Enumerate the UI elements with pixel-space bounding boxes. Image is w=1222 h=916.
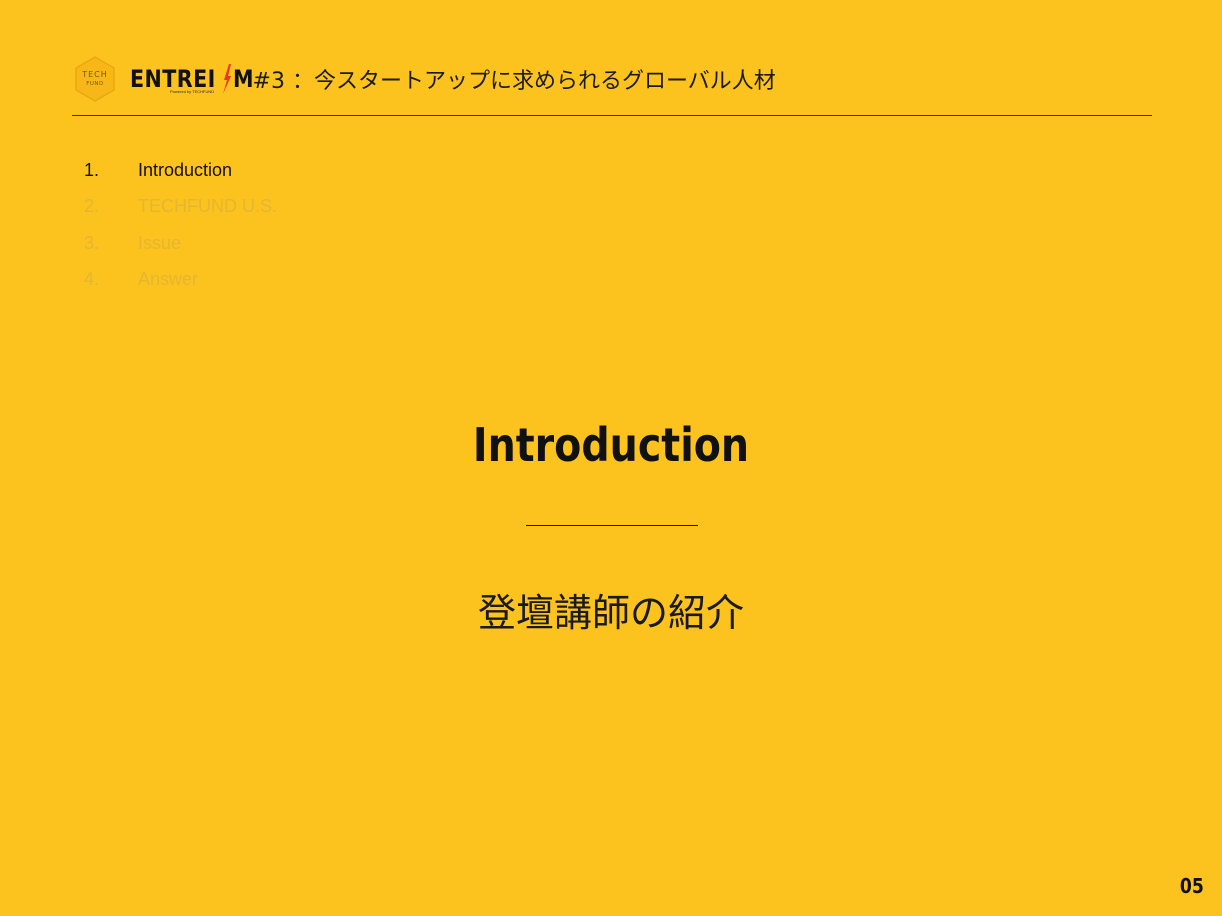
brand-letter: M bbox=[232, 65, 254, 93]
agenda-number: 1. bbox=[84, 159, 100, 180]
logo-text-bottom: FUND bbox=[86, 80, 104, 87]
agenda-label: Introduction bbox=[138, 159, 233, 180]
agenda-label: Answer bbox=[138, 269, 199, 290]
header-title: #3 ：今スタートアップに求められるグローバル人材 bbox=[252, 69, 776, 94]
slide: TECH FUND ENTREI M Powered by TECHFUND #… bbox=[0, 0, 1222, 916]
agenda-item: 4. Answer bbox=[84, 262, 277, 299]
agenda-number: 2. bbox=[84, 196, 100, 217]
section-subtitle: 登壇講師の紹介 bbox=[477, 591, 744, 635]
agenda-item: 3. Issue bbox=[84, 225, 277, 262]
logo-text-top: TECH bbox=[82, 69, 108, 79]
section-title: Introduction bbox=[472, 418, 750, 472]
agenda-label: TECHFUND U.S. bbox=[138, 196, 277, 217]
page-number: 05 bbox=[1180, 874, 1204, 898]
section-divider bbox=[526, 525, 698, 526]
techfund-logo: TECH FUND bbox=[74, 56, 116, 102]
brand-logo: ENTREI M Powered by TECHFUND bbox=[130, 56, 257, 102]
agenda-item: 1. Introduction bbox=[84, 152, 277, 189]
agenda-number: 4. bbox=[84, 269, 100, 290]
agenda-list: 1. Introduction 2. TECHFUND U.S. 3. Issu… bbox=[84, 152, 277, 298]
header-divider bbox=[72, 115, 1152, 116]
brand-tagline: Powered by TECHFUND bbox=[170, 89, 215, 94]
agenda-number: 3. bbox=[84, 232, 100, 253]
lightning-bolt-icon bbox=[222, 64, 231, 94]
header: TECH FUND ENTREI M Powered by TECHFUND #… bbox=[74, 56, 776, 102]
agenda-label: Issue bbox=[138, 232, 182, 253]
agenda-item: 2. TECHFUND U.S. bbox=[84, 189, 277, 226]
